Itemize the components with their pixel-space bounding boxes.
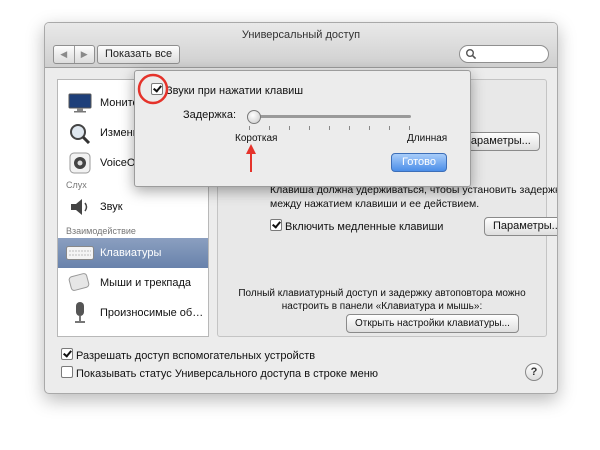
sidebar-item-label: Мыши и трекпада xyxy=(100,277,191,289)
sidebar-item-label: Звук xyxy=(100,201,123,213)
allow-assistive-label: Разрешать доступ вспомогательных устройс… xyxy=(76,350,316,362)
key-sounds-row: Звуки при нажатии клавиш xyxy=(151,83,303,97)
search-icon xyxy=(466,49,477,60)
slow-keys-checkbox[interactable] xyxy=(270,219,282,231)
sidebar-item-label: Монито xyxy=(100,97,139,109)
delay-label: Задержка: xyxy=(183,109,237,121)
key-sounds-popover: Звуки при нажатии клавиш Задержка: Корот… xyxy=(134,70,471,187)
monitor-icon xyxy=(66,91,94,115)
microphone-icon xyxy=(66,301,94,325)
sidebar-item-mouse[interactable]: Мыши и трекпада xyxy=(58,268,208,298)
show-all-button[interactable]: Показать все xyxy=(97,45,181,64)
slider-tick xyxy=(329,126,330,130)
search-field[interactable] xyxy=(459,45,549,63)
sidebar-item-speech[interactable]: Произносимые об… xyxy=(58,298,208,328)
zoom-icon xyxy=(66,121,94,145)
delay-max-label: Длинная xyxy=(407,133,448,144)
delay-slider-knob[interactable] xyxy=(247,110,261,124)
search-input[interactable] xyxy=(478,47,542,60)
slider-tick xyxy=(369,126,370,130)
show-status-label: Показывать статус Универсального доступа… xyxy=(76,368,379,380)
nav-buttons: ◀ ▶ xyxy=(53,45,95,64)
window-title: Универсальный доступ xyxy=(241,29,361,41)
voiceover-icon xyxy=(66,151,94,175)
show-status-checkbox[interactable] xyxy=(61,366,73,378)
sidebar-item-label: Произносимые об… xyxy=(100,307,204,319)
sidebar-category-interaction: Взаимодействие xyxy=(66,226,136,236)
slow-keys-row: Включить медленные клавиши xyxy=(270,219,443,233)
slider-tick xyxy=(249,126,250,130)
slider-tick xyxy=(349,126,350,130)
sidebar-item-label: Клавиатуры xyxy=(100,247,162,259)
sidebar-item-keyboard[interactable]: Клавиатуры xyxy=(58,238,208,268)
key-sounds-label: Звуки при нажатии клавиш xyxy=(166,85,304,97)
footer-text-2: настроить в панели «Клавиатура и мышь»: xyxy=(281,301,483,312)
key-sounds-checkbox[interactable] xyxy=(151,83,163,95)
show-status-row: Показывать статус Универсального доступа… xyxy=(61,366,378,380)
sidebar-item-sound[interactable]: Звук xyxy=(58,192,208,222)
slow-keys-description-2: между нажатием клавиши и ее действием. xyxy=(270,198,480,210)
slider-tick xyxy=(289,126,290,130)
parameters-button-2[interactable]: Параметры... xyxy=(484,217,557,236)
allow-assistive-checkbox[interactable] xyxy=(61,348,73,360)
speaker-icon xyxy=(66,195,94,219)
sidebar-category-hearing: Слух xyxy=(66,180,87,190)
mouse-icon xyxy=(66,271,94,295)
slider-tick xyxy=(309,126,310,130)
back-button[interactable]: ◀ xyxy=(54,46,74,63)
allow-assistive-row: Разрешать доступ вспомогательных устройс… xyxy=(61,348,315,362)
delay-slider-track[interactable] xyxy=(247,115,411,118)
delay-min-label: Короткая xyxy=(235,133,278,144)
open-keyboard-settings-button[interactable]: Открыть настройки клавиатуры... xyxy=(346,314,519,333)
keyboard-icon xyxy=(66,241,94,265)
done-button[interactable]: Готово xyxy=(391,153,447,172)
footer-text-1: Полный клавиатурный доступ и задержку ав… xyxy=(238,288,526,299)
slow-keys-label: Включить медленные клавиши xyxy=(285,221,444,233)
slider-tick xyxy=(269,126,270,130)
forward-button[interactable]: ▶ xyxy=(73,46,95,63)
help-button[interactable]: ? xyxy=(525,363,543,381)
slider-tick xyxy=(389,126,390,130)
slider-tick xyxy=(409,126,410,130)
title-bar: Универсальный доступ ◀ ▶ Показать все xyxy=(45,23,557,68)
